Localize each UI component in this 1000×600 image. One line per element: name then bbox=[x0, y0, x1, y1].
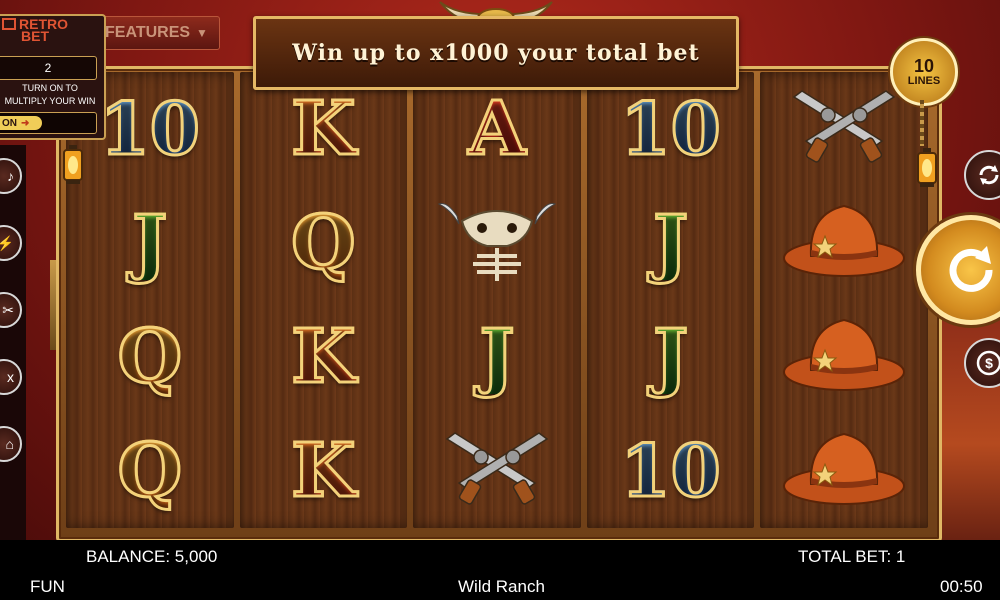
clock-text: 00:50 bbox=[940, 577, 983, 596]
win-banner: Win up to x1000 your total bet bbox=[253, 16, 739, 90]
reel-symbol: K bbox=[240, 300, 408, 414]
status-bar: BALANCE: 5,000 TOTAL BET: 1 FUN Wild Ran… bbox=[0, 540, 1000, 600]
reels-grid: 10 J Q Q K Q K K A J 10 J J 10 bbox=[66, 72, 928, 528]
symbol-10: 10 bbox=[619, 86, 722, 171]
reel-symbol: 10 bbox=[587, 414, 755, 528]
reel-symbol: Q bbox=[240, 186, 408, 300]
retro-bet-toggle-pill: ON ➜ bbox=[0, 116, 42, 130]
lantern-left-icon bbox=[63, 145, 83, 184]
skull-icon bbox=[437, 196, 557, 291]
reel-1: 10 J Q Q bbox=[66, 72, 234, 528]
home-icon: ⌂ bbox=[5, 436, 14, 452]
lines-number: 10 bbox=[913, 56, 935, 76]
symbol-j: J bbox=[131, 200, 169, 286]
lines-badge: 10 LINES bbox=[890, 38, 958, 106]
reel-symbol: J bbox=[66, 186, 234, 300]
reel-3: AJ bbox=[413, 72, 581, 528]
reel-symbol bbox=[413, 186, 581, 300]
revolvers-icon bbox=[437, 429, 557, 514]
symbol-10: 10 bbox=[98, 86, 201, 171]
game-title: Wild Ranch bbox=[458, 577, 545, 596]
revolvers-icon bbox=[784, 87, 904, 172]
mode-text: FUN bbox=[30, 577, 65, 596]
hat-icon bbox=[779, 310, 909, 405]
reel-4: 10 J J 10 bbox=[586, 72, 755, 528]
symbol-q: Q bbox=[116, 314, 183, 400]
hat-icon bbox=[779, 424, 909, 519]
reel-symbol: J bbox=[413, 300, 581, 414]
features-label: FEATURES bbox=[105, 24, 191, 41]
symbol-q: Q bbox=[290, 200, 357, 286]
symbol-10: 10 bbox=[619, 428, 722, 513]
win-banner-text: Win up to x1000 your total bet bbox=[292, 40, 700, 66]
lightning-icon: ⚡ bbox=[0, 234, 14, 251]
retro-bet-description: TURN ON TO MULTIPLY YOUR WIN bbox=[4, 83, 96, 106]
arrow-right-icon: ➜ bbox=[21, 117, 30, 129]
reel-symbol bbox=[413, 414, 581, 528]
retro-bet-logo: RETRO BET bbox=[2, 17, 68, 43]
hat-icon bbox=[779, 196, 909, 291]
dollar-coin-icon: $ bbox=[976, 350, 1000, 376]
lines-label: LINES bbox=[907, 75, 941, 87]
svg-text:$: $ bbox=[985, 355, 993, 371]
symbol-a: A bbox=[467, 86, 527, 172]
refresh-icon bbox=[979, 165, 999, 185]
symbol-j: J bbox=[478, 314, 516, 400]
retro-bet-toggle[interactable]: ON ➜ bbox=[0, 112, 97, 134]
symbol-k: K bbox=[290, 86, 357, 172]
triangle-down-icon: ▼ bbox=[196, 26, 208, 40]
paytable-icon: x bbox=[7, 369, 14, 385]
retro-bet-panel: RETRO BET 2 TURN ON TO MULTIPLY YOUR WIN… bbox=[0, 14, 106, 140]
total-bet-text: TOTAL BET: 1 bbox=[798, 547, 906, 566]
sound-icon: ♪ bbox=[7, 168, 14, 184]
reel-symbol: Q bbox=[66, 300, 234, 414]
retro-bet-value[interactable]: 2 bbox=[0, 56, 97, 80]
reel-symbol: J bbox=[587, 300, 755, 414]
symbol-j: J bbox=[652, 200, 690, 286]
reel-symbol: J bbox=[587, 186, 755, 300]
symbol-q: Q bbox=[116, 428, 183, 514]
badge-chain bbox=[920, 100, 924, 146]
reel-symbol bbox=[760, 186, 928, 300]
symbol-k: K bbox=[290, 428, 357, 514]
settings-icon: ✂ bbox=[2, 301, 14, 318]
reel-2: KQKK bbox=[239, 72, 408, 528]
left-rail bbox=[0, 145, 26, 540]
lantern-right-icon bbox=[917, 148, 937, 187]
reel-symbol: Q bbox=[66, 414, 234, 528]
balance-text: BALANCE: 5,000 bbox=[86, 547, 218, 566]
left-lever bbox=[50, 260, 56, 350]
symbol-j: J bbox=[652, 314, 690, 400]
reel-symbol: K bbox=[240, 414, 408, 528]
desert-scenery bbox=[940, 300, 1000, 540]
features-button[interactable]: FEATURES ▼ bbox=[100, 16, 220, 50]
retro-grid-icon bbox=[2, 18, 16, 30]
reel-5 bbox=[760, 72, 928, 528]
reel-symbol bbox=[760, 300, 928, 414]
symbol-k: K bbox=[290, 314, 357, 400]
spin-arrow-icon bbox=[949, 246, 993, 292]
reel-symbol bbox=[760, 414, 928, 528]
